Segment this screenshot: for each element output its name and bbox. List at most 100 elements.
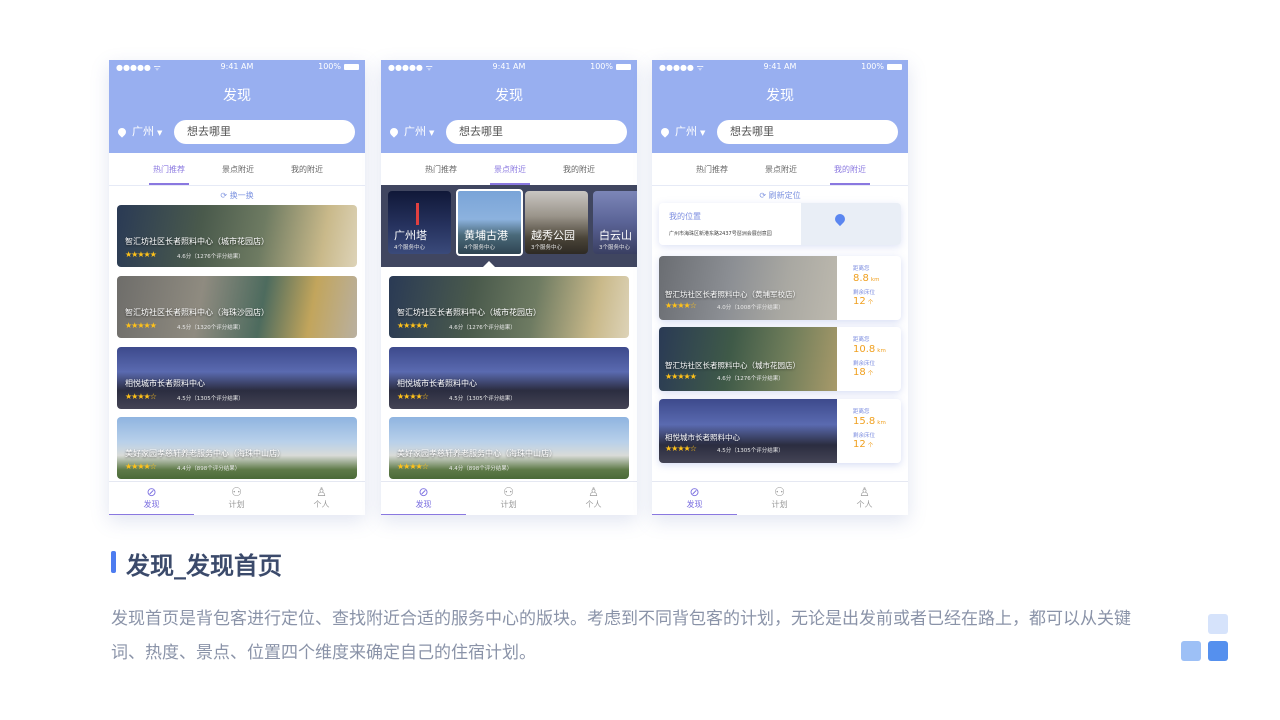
users-icon: ⚇ — [503, 485, 514, 499]
beds-label: 剩余床位 — [853, 361, 876, 367]
beds-value: 18 个 — [853, 367, 873, 378]
bottom-nav: ⊘ 发现 ⚇ 计划 ♙ 个人 — [109, 481, 365, 515]
nav-profile[interactable]: ♙ 个人 — [822, 486, 907, 510]
spot-count: 4个服务中心 — [464, 245, 495, 251]
battery-percent: 100% — [318, 62, 341, 71]
distance-unit: km — [870, 277, 880, 283]
chevron-down-icon: ▼ — [429, 129, 435, 137]
tab-scenic[interactable]: 景点附近 — [203, 164, 273, 175]
center-score: 4.4分（898个评分结果） — [177, 466, 241, 472]
chevron-down-icon: ▼ — [157, 129, 163, 137]
center-score: 4.6分（1276个评分结果） — [449, 325, 516, 331]
search-input[interactable]: 想去哪里 — [717, 120, 898, 144]
spot-card[interactable]: 越秀公园 3个服务中心 — [525, 191, 588, 254]
page-title: 发现 — [223, 88, 251, 104]
tab-scenic[interactable]: 景点附近 — [475, 164, 545, 175]
scenic-spot-carousel: 广州塔 4个服务中心 黄埔古港 4个服务中心 越秀公园 3个服务中心 白云山 3… — [381, 185, 637, 267]
center-score: 4.6分（1276个评分结果） — [177, 254, 244, 260]
spot-card[interactable]: 广州塔 4个服务中心 — [388, 191, 451, 254]
nav-profile[interactable]: ♙ 个人 — [279, 486, 364, 510]
center-card[interactable]: 相悦城市长者照料中心 ★★★★☆ 4.5分（1305个评分结果） — [117, 347, 357, 409]
distance-value: 15.8 km — [853, 416, 886, 427]
person-icon: ♙ — [316, 485, 327, 499]
nav-profile[interactable]: ♙ 个人 — [551, 486, 636, 510]
search-input[interactable]: 想去哪里 — [446, 120, 627, 144]
nav-discover[interactable]: ⊘ 发现 — [109, 486, 194, 510]
nav-indicator — [109, 514, 194, 515]
nav-label: 计划 — [500, 500, 517, 509]
tab-hot[interactable]: 热门推荐 — [406, 164, 476, 175]
distance-unit: km — [877, 420, 886, 426]
battery-percent: 100% — [861, 62, 884, 71]
nav-plan[interactable]: ⚇ 计划 — [194, 486, 279, 510]
beds-unit: 个 — [867, 300, 874, 306]
center-name: 美好家园孝慈轩养老服务中心（海珠中山店） — [397, 449, 557, 458]
nav-plan[interactable]: ⚇ 计划 — [466, 486, 551, 510]
battery-icon — [344, 64, 359, 70]
beds-value: 12 个 — [853, 296, 873, 307]
center-card[interactable]: 智汇坊社区长者照料中心（城市花园店） ★★★★★ 4.6分（1276个评分结果） — [117, 205, 357, 267]
star-rating-icon: ★★★★★ — [665, 372, 697, 381]
tab-hot[interactable]: 热门推荐 — [134, 164, 204, 175]
nav-indicator — [652, 514, 737, 515]
distance-value: 10.8 km — [853, 344, 886, 355]
location-pin-icon — [116, 126, 128, 138]
page-title: 发现 — [495, 88, 523, 104]
tab-hot[interactable]: 热门推荐 — [677, 164, 747, 175]
person-icon: ♙ — [588, 485, 599, 499]
nearby-center-card[interactable]: 智汇坊社区长者照料中心（黄埔军校店） ★★★★☆ 4.0分（1008个评分结果）… — [659, 256, 901, 320]
tab-nearby[interactable]: 我的附近 — [544, 164, 614, 175]
location-pin-icon — [659, 126, 671, 138]
distance-number: 15.8 — [853, 416, 876, 427]
tab-bar: 热门推荐 景点附近 我的附近 — [109, 153, 365, 186]
center-card[interactable]: 美好家园孝慈轩养老服务中心（海珠中山店） ★★★★☆ 4.4分（898个评分结果… — [117, 417, 357, 479]
center-name: 智汇坊社区长者照料中心（海珠沙园店） — [125, 308, 269, 317]
compass-icon: ⊘ — [146, 485, 157, 499]
tab-indicator — [830, 183, 870, 185]
search-input[interactable]: 想去哪里 — [174, 120, 355, 144]
tab-nearby[interactable]: 我的附近 — [815, 164, 885, 175]
spot-card-selected[interactable]: 黄埔古港 4个服务中心 — [456, 189, 523, 256]
city-selector[interactable]: 广州 ▼ — [388, 123, 435, 139]
section-accent-bar — [111, 551, 116, 573]
center-card[interactable]: 智汇坊社区长者照料中心（海珠沙园店） ★★★★★ 4.5分（1320个评分结果） — [117, 276, 357, 338]
city-selector[interactable]: 广州 ▼ — [659, 123, 705, 139]
nav-indicator — [381, 514, 466, 515]
beds-number: 18 — [853, 367, 866, 378]
nav-label: 计划 — [771, 500, 788, 509]
nav-plan[interactable]: ⚇ 计划 — [737, 486, 822, 510]
header: ●●●●● ᯤ 9:41 AM 100% 发现 广州 ▼ 想去哪里 — [109, 60, 365, 153]
nav-label: 计划 — [228, 500, 245, 509]
distance-info: 距离您 8.8 km 剩余床位 12 个 — [845, 256, 901, 320]
center-score: 4.5分（1305个评分结果） — [449, 396, 516, 402]
my-location-card[interactable]: 我的位置 广州市海珠区新港东路2437号琶洲会展创意园 — [659, 203, 901, 245]
nav-label: 发现 — [143, 500, 160, 509]
nearby-center-card[interactable]: 相悦城市长者照料中心 ★★★★☆ 4.5分（1305个评分结果） 距离您 15.… — [659, 399, 901, 463]
center-name: 智汇坊社区长者照料中心（城市花园店） — [397, 308, 541, 317]
tab-scenic[interactable]: 景点附近 — [746, 164, 816, 175]
distance-unit: km — [877, 348, 886, 354]
spot-card[interactable]: 白云山 3个服务中心 — [593, 191, 637, 254]
city-selector[interactable]: 广州 ▼ — [116, 123, 163, 139]
pointer-arrow — [483, 261, 495, 267]
refresh-location-button[interactable]: ⟳ 刷新定位 — [652, 190, 908, 201]
tab-indicator — [149, 183, 189, 185]
star-rating-icon: ★★★★★ — [397, 321, 429, 330]
center-card[interactable]: 美好家园孝慈轩养老服务中心（海珠中山店） ★★★★☆ 4.4分（898个评分结果… — [389, 417, 629, 479]
bottom-nav: ⊘ 发现 ⚇ 计划 ♙ 个人 — [652, 481, 908, 515]
tab-nearby[interactable]: 我的附近 — [272, 164, 342, 175]
location-title: 我的位置 — [669, 212, 701, 221]
distance-number: 10.8 — [853, 344, 876, 355]
city-name: 广州 — [675, 125, 697, 138]
nearby-center-card[interactable]: 智汇坊社区长者照料中心（城市花园店） ★★★★★ 4.6分（1276个评分结果）… — [659, 327, 901, 391]
section-description: 发现首页是背包客进行定位、查找附近合适的服务中心的版块。考虑到不同背包客的计划，… — [111, 609, 1131, 663]
refresh-button[interactable]: ⟳ 换一换 — [109, 190, 365, 201]
nav-discover[interactable]: ⊘ 发现 — [652, 486, 737, 510]
center-card[interactable]: 相悦城市长者照料中心 ★★★★☆ 4.5分（1305个评分结果） — [389, 347, 629, 409]
center-card[interactable]: 智汇坊社区长者照料中心（城市花园店） ★★★★★ 4.6分（1276个评分结果） — [389, 276, 629, 338]
spot-name: 广州塔 — [394, 229, 427, 242]
star-rating-icon: ★★★★★ — [125, 321, 157, 330]
tab-bar: 热门推荐 景点附近 我的附近 — [381, 153, 637, 186]
nav-discover[interactable]: ⊘ 发现 — [381, 486, 466, 510]
center-name: 相悦城市长者照料中心 — [125, 379, 205, 388]
